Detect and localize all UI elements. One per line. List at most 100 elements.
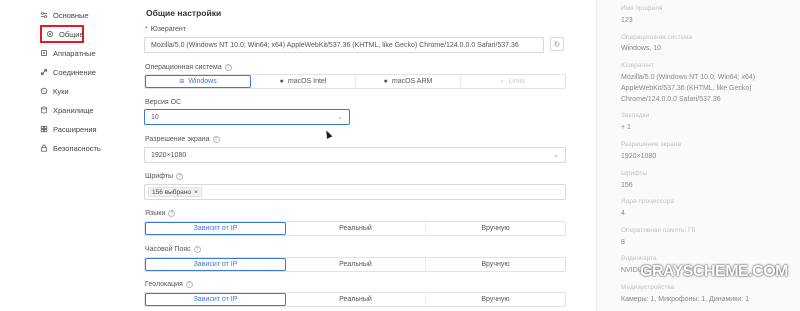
os-option-label: Linux	[508, 78, 526, 85]
timezone-label: Часовой Пояс ?	[145, 246, 201, 253]
chevron-down-icon: ⌄	[553, 152, 559, 159]
option-label: Реальный	[339, 296, 372, 303]
os-option-linux[interactable]: ◐ Linux	[461, 75, 565, 88]
os-option-label: macOS Intel	[287, 78, 327, 85]
summary-value: Windows, 10	[621, 45, 662, 52]
user-agent-label: * Юзерагент	[145, 26, 186, 33]
refresh-user-agent-button[interactable]: ↻	[550, 37, 564, 51]
mouse-cursor	[323, 129, 333, 139]
summary-value: 123	[621, 17, 633, 24]
sidebar-item-label: Основные	[53, 10, 89, 20]
os-option-macos-arm[interactable]: ● macOS ARM	[356, 75, 461, 88]
cookie-icon	[39, 87, 48, 96]
screen-resolution-select[interactable]: 1920×1080 ⌄	[144, 147, 566, 163]
sidebar-item-label: Безопасность	[53, 143, 101, 153]
sidebar-item-basic[interactable]: Основные	[39, 7, 89, 23]
settings-sidebar: Основные Общие Аппаратные Соединение Кук…	[0, 0, 126, 311]
option-label: Вручную	[481, 261, 510, 268]
sidebar-item-connection[interactable]: Соединение	[39, 64, 96, 80]
help-icon[interactable]: ?	[176, 173, 184, 180]
grid-icon	[39, 125, 48, 134]
fonts-select[interactable]: 156 выбрано ×	[144, 184, 566, 200]
option-label: Реальный	[339, 261, 372, 268]
sidebar-item-general[interactable]: Общие	[40, 25, 84, 43]
geolocation-option-manual[interactable]: Вручную	[426, 293, 565, 306]
os-version-label-text: Версия ОС	[145, 99, 182, 106]
timezone-option-ip[interactable]: Зависит от IP	[145, 258, 286, 271]
os-option-macos-intel[interactable]: ● macOS Intel	[251, 75, 356, 88]
help-icon[interactable]: ?	[193, 246, 201, 253]
summary-label: Юзерагент	[621, 62, 654, 69]
geolocation-label: Геолокация ?	[145, 281, 193, 288]
summary-label: Имя профиля	[621, 5, 663, 12]
summary-value: 1920×1080	[621, 153, 657, 160]
general-settings-panel: Общие настройки * Юзерагент Mozilla/5.0 …	[126, 0, 596, 311]
languages-option-ip[interactable]: Зависит от IP	[145, 222, 286, 235]
sidebar-item-label: Расширения	[53, 124, 97, 134]
timezone-option-manual[interactable]: Вручную	[426, 258, 565, 271]
page-title: Общие настройки	[146, 8, 222, 18]
summary-value: + 1	[621, 124, 631, 131]
required-marker: *	[145, 26, 148, 33]
option-label: Зависит от IP	[193, 225, 238, 232]
fonts-chip-label: 156 выбрано	[152, 188, 191, 196]
os-version-label: Версия ОС	[145, 99, 181, 106]
sidebar-item-extensions[interactable]: Расширения	[39, 121, 97, 137]
watermark: GRAYSCHEME.COM	[640, 263, 788, 280]
apple-icon: ●	[383, 78, 388, 85]
screen-resolution-value: 1920×1080	[151, 151, 187, 159]
chevron-down-icon: ⌄	[337, 114, 343, 121]
languages-label: Языки ?	[145, 210, 176, 217]
close-icon[interactable]: ×	[194, 189, 198, 196]
summary-value: Камеры: 1, Микрофоны: 1, Динамики: 1	[621, 296, 749, 303]
sidebar-item-label: Общие	[59, 29, 84, 39]
sliders-icon	[39, 11, 48, 20]
user-agent-input[interactable]: Mozilla/5.0 (Windows NT 10.0; Win64; x64…	[144, 37, 544, 53]
sidebar-item-security[interactable]: Безопасность	[39, 140, 101, 156]
help-icon[interactable]: ?	[224, 64, 232, 71]
summary-label: Закладки	[621, 112, 650, 119]
gear-icon	[46, 30, 54, 39]
fonts-label: Шрифты ?	[145, 173, 184, 180]
os-label-text: Операционная система	[145, 64, 222, 71]
summary-value: 8	[621, 239, 625, 246]
sidebar-item-label: Аппаратные	[53, 48, 96, 58]
summary-label: Разрешение экрана	[621, 141, 681, 148]
option-label: Зависит от IP	[193, 261, 238, 268]
sidebar-item-storage[interactable]: Хранилище	[39, 102, 94, 118]
sidebar-item-label: Куки	[53, 86, 69, 96]
geolocation-option-real[interactable]: Реальный	[286, 293, 426, 306]
os-option-windows[interactable]: ⊞ Windows	[145, 75, 251, 88]
timezone-option-real[interactable]: Реальный	[286, 258, 426, 271]
user-agent-value: Mozilla/5.0 (Windows NT 10.0; Win64; x64…	[151, 41, 519, 49]
help-icon[interactable]: ?	[168, 210, 176, 217]
summary-label: Медиаустройства	[621, 284, 675, 291]
languages-option-manual[interactable]: Вручную	[426, 222, 565, 235]
os-version-select[interactable]: 10 ⌄	[144, 109, 350, 125]
chip-icon	[39, 49, 48, 58]
summary-value: AppleWebKit/537.36 (KHTML, like Gecko)	[621, 85, 752, 92]
languages-label-text: Языки	[145, 210, 166, 217]
help-icon[interactable]: ?	[185, 281, 193, 288]
summary-label: Оперативная память, Гб	[621, 227, 696, 234]
sidebar-item-hardware[interactable]: Аппаратные	[39, 45, 96, 61]
summary-label: Видеокарта	[621, 255, 657, 262]
os-option-label: macOS ARM	[391, 78, 433, 85]
languages-selector: Зависит от IP Реальный Вручную	[144, 221, 566, 236]
languages-option-real[interactable]: Реальный	[286, 222, 426, 235]
summary-value: 4	[621, 210, 625, 217]
summary-label: Операционная система	[621, 34, 693, 41]
sidebar-item-label: Соединение	[53, 67, 96, 77]
database-icon	[39, 106, 48, 115]
help-icon[interactable]: ?	[212, 136, 220, 143]
sidebar-item-cookies[interactable]: Куки	[39, 83, 69, 99]
summary-value: Chrome/124.0.0.0 Safari/537.36	[621, 96, 721, 103]
geolocation-label-text: Геолокация	[145, 281, 183, 288]
windows-icon: ⊞	[179, 79, 185, 85]
option-label: Вручную	[481, 296, 510, 303]
os-version-value: 10	[151, 113, 159, 121]
user-agent-label-text: Юзерагент	[150, 26, 186, 33]
geolocation-selector: Зависит от IP Реальный Вручную	[144, 292, 566, 307]
geolocation-option-ip[interactable]: Зависит от IP	[145, 293, 286, 306]
fonts-label-text: Шрифты	[145, 173, 174, 180]
